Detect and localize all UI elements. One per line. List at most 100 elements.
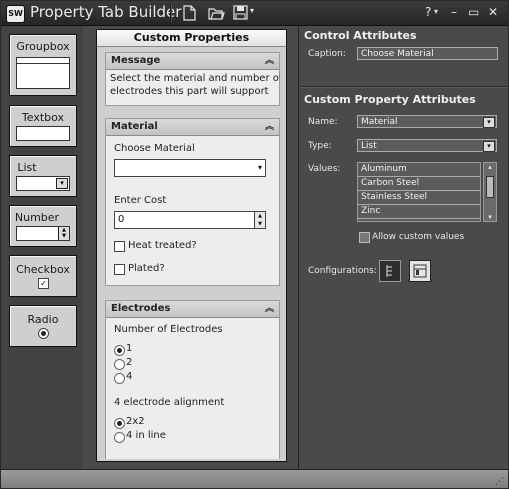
allow-custom-values-checkbox[interactable] — [359, 232, 370, 243]
configurations-tree-icon[interactable] — [409, 260, 431, 282]
app-window: SW Property Tab Builder ▾ ? ▾ – ▭ ✕ Grou… — [0, 0, 509, 489]
electrodes-radio-4[interactable] — [114, 373, 125, 384]
help-dropdown-chevron-icon[interactable]: ▾ — [434, 7, 438, 16]
palette-groupbox-label: Groupbox — [16, 40, 70, 53]
custom-property-attributes-title: Custom Property Attributes — [304, 93, 476, 106]
configurations-list-icon[interactable] — [379, 260, 401, 282]
values-label: Values: — [308, 164, 341, 174]
electrodes-group[interactable]: Electrodes ︽ Number of Electrodes 1 2 4 … — [105, 300, 280, 459]
scroll-up-icon[interactable]: ▴ — [485, 163, 495, 171]
dropdown-chevron-icon[interactable]: ▾ — [483, 117, 495, 128]
values-list[interactable]: Aluminum Carbon Steel Stainless Steel Zi… — [357, 162, 481, 222]
save-dropdown-chevron-icon[interactable]: ▾ — [250, 6, 254, 15]
number-of-electrodes-label: Number of Electrodes — [114, 324, 223, 335]
number-spinner-icon[interactable]: ▲ ▼ — [254, 212, 265, 228]
collapse-chevron-icon[interactable]: ︽ — [265, 301, 274, 317]
alignment-option-2x2: 2x2 — [126, 416, 145, 427]
values-list-item[interactable]: Carbon Steel — [358, 177, 480, 191]
electrodes-group-title: Electrodes — [111, 303, 171, 314]
material-group-header[interactable]: Material ︽ — [106, 119, 279, 136]
close-button[interactable]: ✕ — [488, 5, 498, 19]
custom-properties-title: Custom Properties — [97, 30, 286, 47]
palette-groupbox-button[interactable]: Groupbox — [9, 34, 77, 96]
palette-number-button[interactable]: Number ▲ ▼ — [9, 205, 77, 247]
palette-checkbox-label: Checkbox — [16, 263, 70, 276]
maximize-button[interactable]: ▭ — [468, 5, 479, 19]
palette-number-label: Number — [14, 211, 60, 224]
palette-list-label: List — [17, 161, 37, 174]
list-preview-icon: ▾ — [16, 176, 70, 191]
message-text-line-2: electrodes this part will support — [110, 86, 269, 97]
values-list-item[interactable]: Aluminum — [358, 163, 480, 177]
heat-treated-label: Heat treated? — [128, 240, 197, 251]
allow-custom-values-label: Allow custom values — [372, 232, 465, 242]
control-attributes-title: Control Attributes — [304, 29, 417, 42]
scroll-down-icon[interactable]: ▾ — [485, 213, 495, 221]
name-value: Material — [361, 117, 398, 127]
resize-grip-icon[interactable]: ⋰ — [495, 477, 504, 487]
alignment-option-in-line: 4 in line — [126, 430, 166, 441]
choose-material-dropdown[interactable]: ▾ — [114, 159, 266, 177]
values-scrollbar[interactable]: ▴ ▾ — [483, 162, 497, 222]
alignment-radio-2x2[interactable] — [114, 418, 125, 429]
electrodes-radio-1[interactable] — [114, 345, 125, 356]
values-list-item[interactable]: Stainless Steel — [358, 191, 480, 205]
textbox-preview-icon — [16, 126, 70, 141]
title-bar: SW Property Tab Builder ▾ ? ▾ – ▭ ✕ — [1, 1, 508, 26]
minimize-button[interactable]: – — [451, 5, 457, 19]
caption-input[interactable]: Choose Material — [357, 47, 498, 60]
save-icon[interactable] — [233, 5, 248, 20]
palette-textbox-label: Textbox — [21, 111, 65, 124]
attributes-panel: Control Attributes Caption: Choose Mater… — [298, 26, 508, 469]
message-group-title: Message — [111, 55, 161, 66]
palette-list-button[interactable]: List ▾ — [9, 155, 77, 197]
collapse-chevron-icon[interactable]: ︽ — [265, 53, 274, 69]
electrodes-option-2: 2 — [126, 357, 133, 368]
checkbox-preview-icon: ✓ — [38, 278, 49, 289]
help-button[interactable]: ? — [425, 5, 431, 19]
palette-textbox-button[interactable]: Textbox — [9, 105, 77, 147]
electrodes-radio-2[interactable] — [114, 359, 125, 370]
custom-properties-content: Message ︽ Select the material and number… — [105, 52, 280, 459]
cost-value: 0 — [118, 214, 125, 225]
scrollbar-thumb[interactable] — [486, 176, 494, 198]
type-dropdown[interactable]: List ▾ — [357, 139, 497, 152]
name-dropdown[interactable]: Material ▾ — [357, 115, 497, 128]
palette-radio-label: Radio — [27, 313, 59, 326]
message-group[interactable]: Message ︽ Select the material and number… — [105, 52, 280, 106]
radio-preview-icon — [38, 328, 49, 339]
alignment-radio-in-line[interactable] — [114, 432, 125, 443]
status-bar: ⋰ — [1, 469, 508, 488]
collapse-chevron-icon[interactable]: ︽ — [265, 119, 274, 135]
values-list-item[interactable]: Zinc — [358, 205, 480, 219]
plated-checkbox[interactable] — [114, 264, 125, 275]
type-value: List — [361, 141, 377, 151]
groupbox-preview-icon — [16, 57, 70, 89]
new-document-icon[interactable] — [183, 5, 196, 21]
material-group-title: Material — [111, 121, 158, 132]
plated-label: Plated? — [128, 263, 165, 274]
section-divider — [300, 86, 508, 87]
palette-radio-button[interactable]: Radio — [9, 305, 77, 347]
electrodes-option-4: 4 — [126, 371, 133, 382]
dropdown-chevron-icon[interactable]: ▾ — [483, 141, 495, 152]
dropdown-chevron-icon[interactable]: ▾ — [258, 163, 262, 172]
heat-treated-checkbox[interactable] — [114, 241, 125, 252]
material-group[interactable]: Material ︽ Choose Material ▾ Enter Cost … — [105, 118, 280, 286]
name-label: Name: — [308, 117, 338, 127]
message-group-header[interactable]: Message ︽ — [106, 53, 279, 70]
cost-number-input[interactable]: 0 ▲ ▼ — [114, 211, 266, 229]
app-logo-icon: SW — [6, 5, 25, 23]
electrodes-group-header[interactable]: Electrodes ︽ — [106, 301, 279, 318]
type-label: Type: — [308, 141, 332, 151]
control-palette: Groupbox Textbox List ▾ Number ▲ ▼ Checkb… — [1, 26, 83, 469]
caption-label: Caption: — [308, 49, 346, 59]
message-text-line-1: Select the material and number of — [110, 73, 280, 84]
enter-cost-label: Enter Cost — [114, 195, 167, 206]
palette-checkbox-button[interactable]: Checkbox ✓ — [9, 255, 77, 297]
toolbar-separator — [170, 4, 171, 22]
custom-properties-panel: Custom Properties Message ︽ Select the m… — [96, 29, 287, 462]
app-title: Property Tab Builder — [30, 3, 182, 21]
configurations-label: Configurations: — [308, 266, 377, 276]
open-folder-icon[interactable] — [208, 5, 225, 21]
